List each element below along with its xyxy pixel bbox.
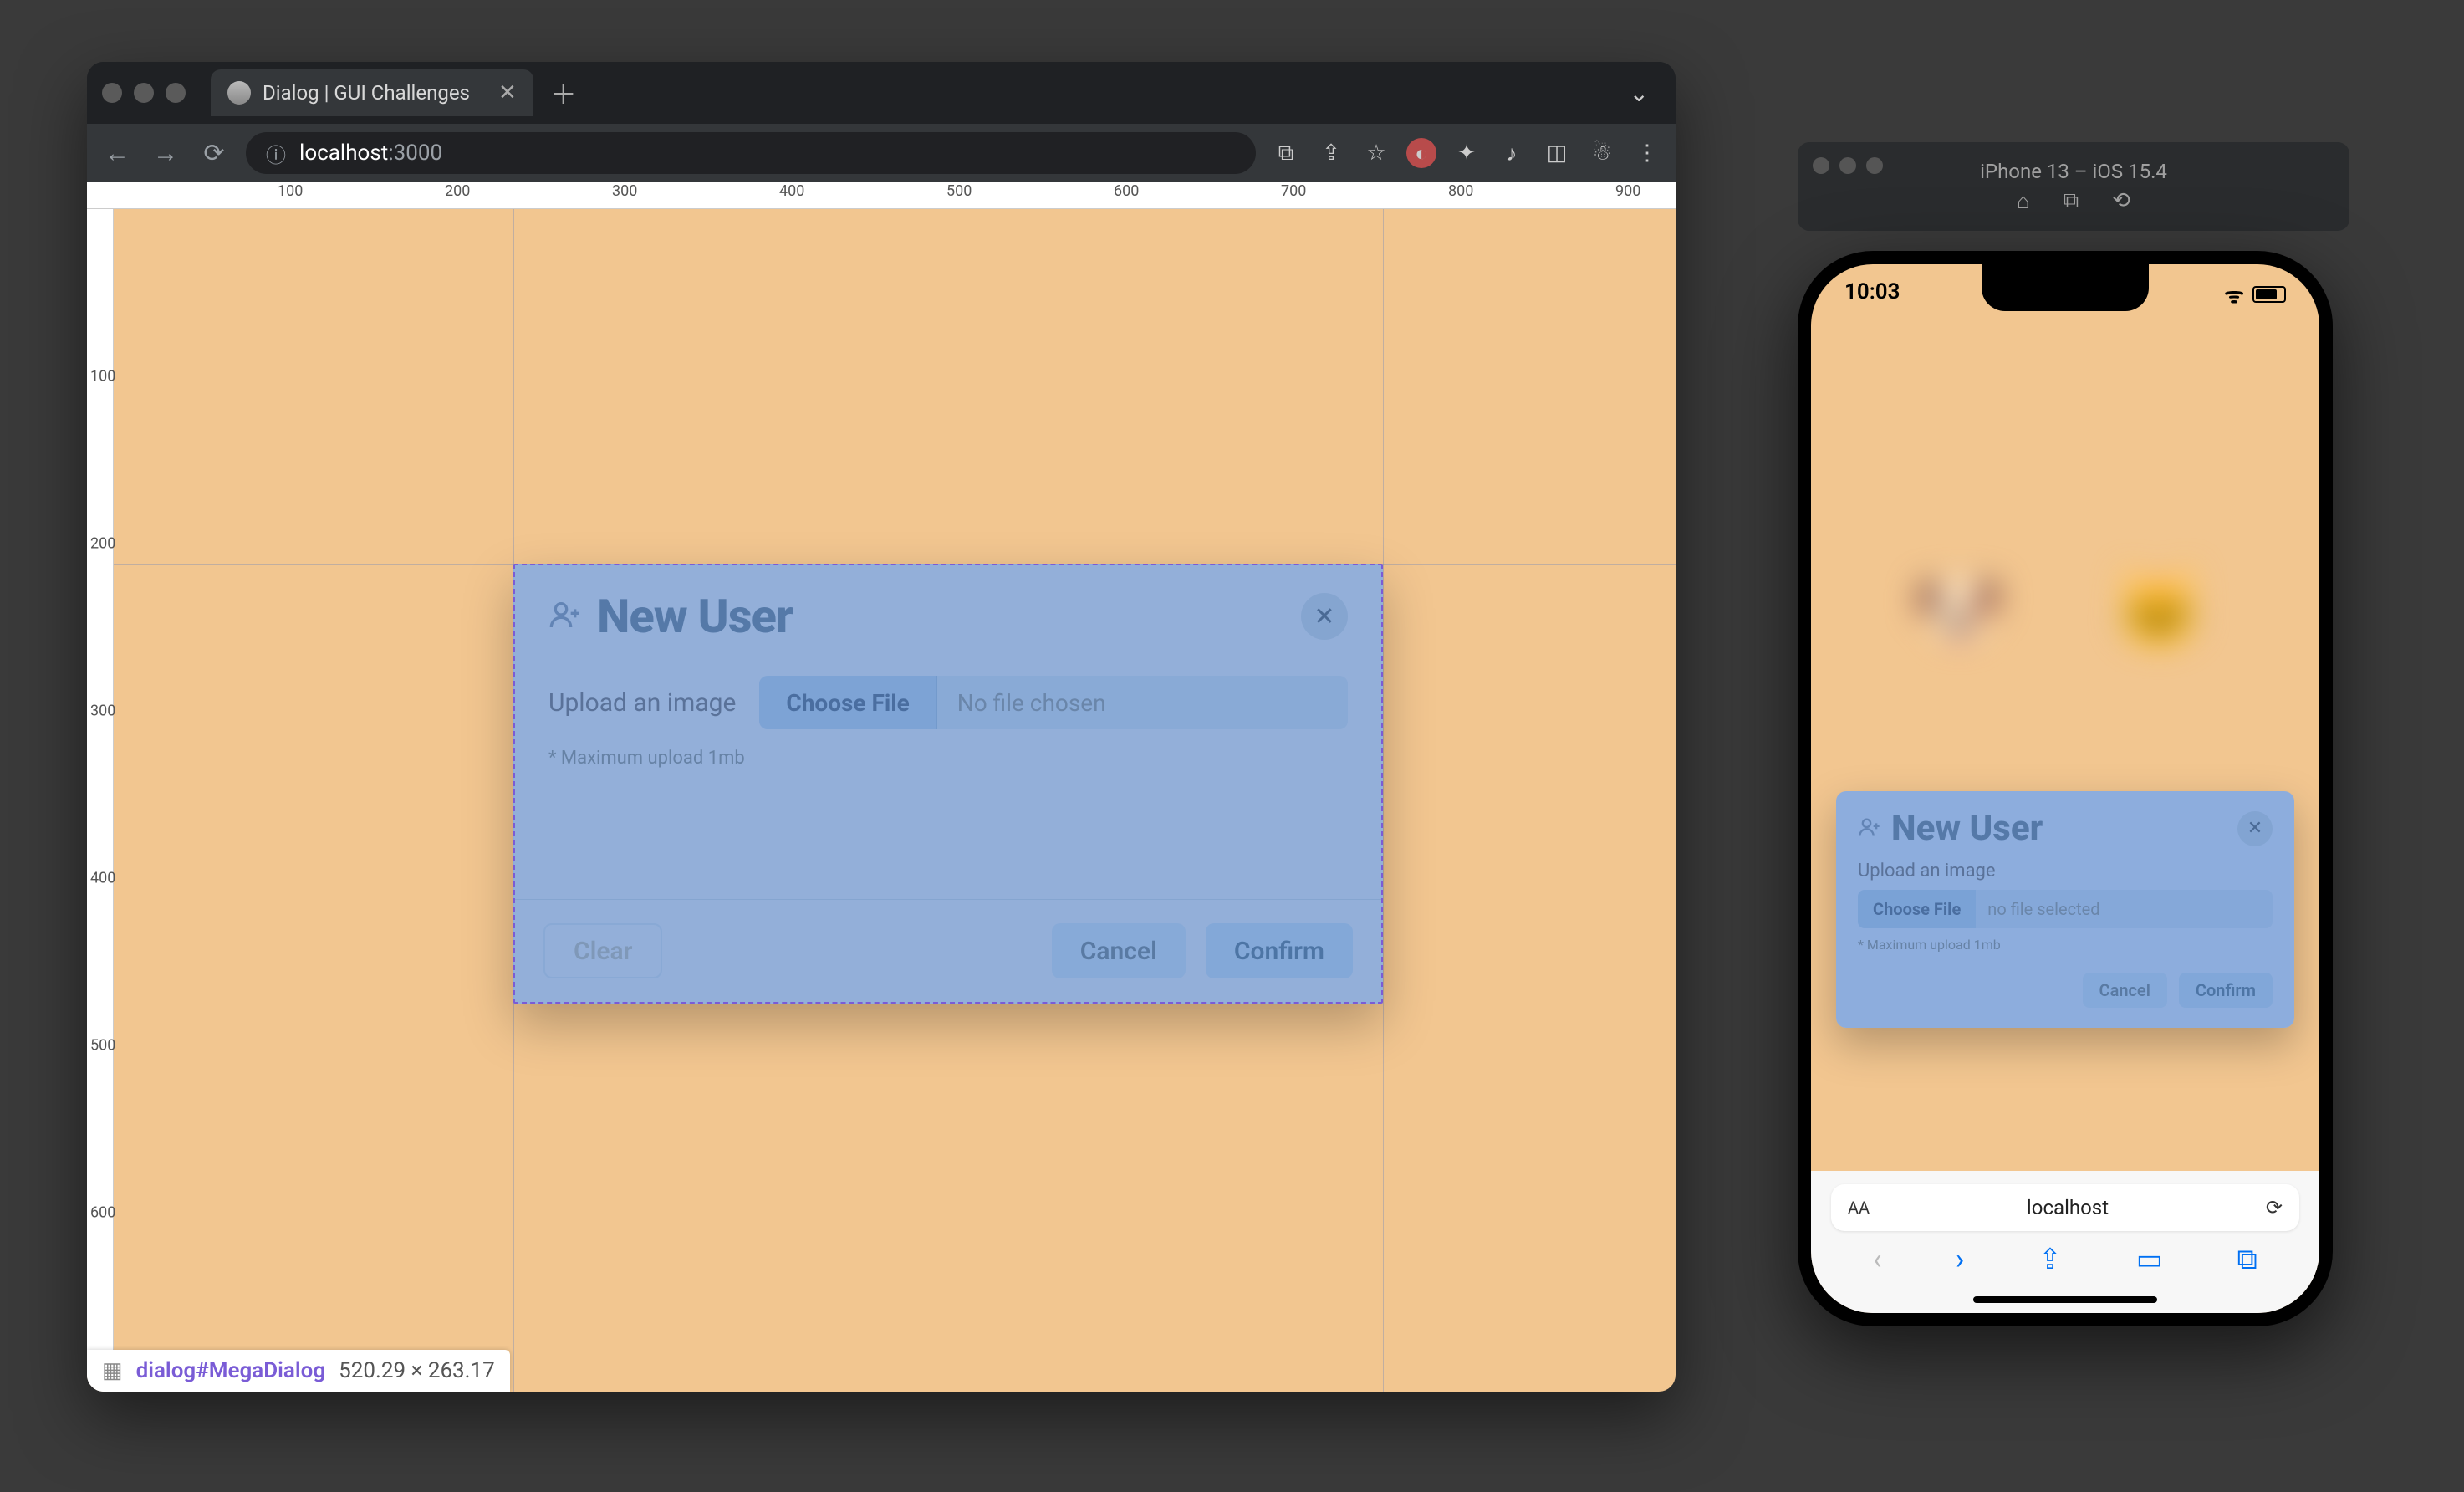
- mobile-upload-label: Upload an image: [1858, 861, 2273, 881]
- simulator-title: iPhone 13 – iOS 15.4: [1980, 160, 2167, 183]
- reload-icon[interactable]: ⟳: [2266, 1196, 2283, 1219]
- user-plus-icon: [548, 598, 582, 635]
- screenshot-icon[interactable]: ⧉: [2064, 188, 2079, 214]
- extension-icon[interactable]: ◐: [1406, 138, 1436, 168]
- music-icon[interactable]: ♪: [1497, 138, 1527, 168]
- dialog-mega-dialog: New User ✕ Upload an image Choose File N…: [513, 564, 1383, 1004]
- mobile-upload-hint: * Maximum upload 1mb: [1858, 937, 2273, 953]
- phone-content: 🐶 🐱 New User ✕ Upload an image Choose Fi…: [1811, 314, 2319, 1213]
- browser-tab[interactable]: Dialog | GUI Challenges ✕: [211, 69, 533, 116]
- ruler-vertical: 100 200 300 400 500 600: [87, 209, 114, 1392]
- text-size-icon[interactable]: AA: [1848, 1198, 1870, 1218]
- ruler-horizontal: 100 200 300 400 500 600 700 800 900: [87, 182, 1676, 209]
- devtools-dimensions: 520.29 × 263.17: [339, 1358, 495, 1383]
- status-time: 10:03: [1844, 279, 1900, 309]
- devtools-element-chip: ▦ dialog#MegaDialog 520.29 × 263.17: [87, 1350, 510, 1392]
- file-status: No file chosen: [937, 676, 1348, 729]
- safari-share-icon[interactable]: ⇪: [2038, 1243, 2063, 1276]
- dialog-close-button[interactable]: ✕: [1301, 593, 1348, 640]
- new-tab-button[interactable]: ＋: [550, 74, 577, 112]
- extensions-icon[interactable]: ✦: [1451, 138, 1482, 168]
- mobile-file-input[interactable]: Choose File no file selected: [1858, 890, 2273, 928]
- panel-icon[interactable]: ◫: [1542, 138, 1572, 168]
- mobile-confirm-button[interactable]: Confirm: [2179, 973, 2273, 1008]
- favicon-icon: [227, 81, 251, 105]
- iphone-frame: 10:03 ᯤ 🐶 🐱 New User ✕ Upload an image C…: [1798, 251, 2333, 1326]
- mobile-choose-file[interactable]: Choose File: [1858, 890, 1976, 928]
- safari-toolbar: AA localhost ⟳ ‹ › ⇪ ▭ ⧉: [1811, 1171, 2319, 1313]
- share-icon[interactable]: ⇪: [1316, 138, 1346, 168]
- traffic-lights[interactable]: [102, 83, 186, 103]
- page-canvas: New User ✕ Upload an image Choose File N…: [114, 209, 1676, 1392]
- sim-traffic-lights[interactable]: [1813, 157, 1883, 174]
- safari-url-bar[interactable]: AA localhost ⟳: [1831, 1184, 2299, 1231]
- safari-tabs-icon[interactable]: ⧉: [2237, 1243, 2257, 1276]
- back-button[interactable]: ←: [100, 139, 134, 168]
- rotate-icon[interactable]: ⟲: [2112, 188, 2130, 214]
- reload-button[interactable]: ⟳: [197, 139, 231, 168]
- clear-button[interactable]: Clear: [543, 923, 662, 978]
- guide-line: [1383, 209, 1384, 1392]
- close-tab-icon[interactable]: ✕: [498, 80, 517, 105]
- mobile-cancel-button[interactable]: Cancel: [2083, 973, 2167, 1008]
- phone-screen: 10:03 ᯤ 🐶 🐱 New User ✕ Upload an image C…: [1811, 264, 2319, 1313]
- mobile-file-status: no file selected: [1976, 890, 2273, 928]
- safari-bookmarks-icon[interactable]: ▭: [2136, 1243, 2163, 1276]
- confirm-button[interactable]: Confirm: [1206, 923, 1353, 978]
- viewport: 100 200 300 400 500 600 700 800 900 100 …: [87, 182, 1676, 1392]
- browser-window: Dialog | GUI Challenges ✕ ＋ ⌄ ← → ⟳ ⓘ lo…: [87, 62, 1676, 1392]
- browser-toolbar: ← → ⟳ ⓘ localhost:3000 ⧉ ⇪ ☆ ◐ ✦ ♪ ◫ ☃ ⋮: [87, 124, 1676, 182]
- info-icon: ⓘ: [266, 139, 286, 168]
- url-host: localhost: [299, 141, 388, 166]
- safari-host: localhost: [1870, 1196, 2266, 1219]
- devtools-selector: dialog#MegaDialog: [136, 1358, 326, 1383]
- mobile-dialog-title: New User: [1891, 808, 2043, 849]
- grid-icon: ▦: [102, 1358, 123, 1383]
- home-indicator[interactable]: [1973, 1296, 2157, 1303]
- file-input[interactable]: Choose File No file chosen: [759, 676, 1348, 729]
- url-port: :3000: [388, 141, 442, 166]
- upload-label: Upload an image: [548, 688, 736, 718]
- profile-icon[interactable]: ☃: [1587, 138, 1617, 168]
- menu-icon[interactable]: ⋮: [1632, 138, 1662, 168]
- star-icon[interactable]: ☆: [1361, 138, 1391, 168]
- safari-back-icon[interactable]: ‹: [1873, 1243, 1881, 1276]
- address-bar[interactable]: ⓘ localhost:3000: [246, 132, 1256, 174]
- open-external-icon[interactable]: ⧉: [1271, 138, 1301, 168]
- status-bar: 10:03 ᯤ: [1811, 279, 2319, 309]
- user-plus-icon: [1858, 815, 1881, 842]
- home-icon[interactable]: ⌂: [2017, 188, 2030, 214]
- chevron-down-icon[interactable]: ⌄: [1630, 79, 1649, 107]
- upload-hint: * Maximum upload 1mb: [548, 748, 1348, 769]
- forward-button[interactable]: →: [149, 139, 182, 168]
- choose-file-button[interactable]: Choose File: [759, 676, 936, 729]
- cancel-button[interactable]: Cancel: [1052, 923, 1186, 978]
- browser-titlebar: Dialog | GUI Challenges ✕ ＋ ⌄: [87, 62, 1676, 124]
- tab-title: Dialog | GUI Challenges: [263, 81, 470, 105]
- safari-forward-icon[interactable]: ›: [1956, 1243, 1964, 1276]
- mobile-dialog: New User ✕ Upload an image Choose File n…: [1836, 791, 2294, 1028]
- battery-icon: [2252, 286, 2286, 303]
- dialog-title: New User: [597, 589, 793, 644]
- simulator-titlebar: iPhone 13 – iOS 15.4 ⌂ ⧉ ⟲: [1798, 142, 2349, 231]
- wifi-icon: ᯤ: [2224, 279, 2244, 309]
- mobile-dialog-close[interactable]: ✕: [2237, 811, 2273, 846]
